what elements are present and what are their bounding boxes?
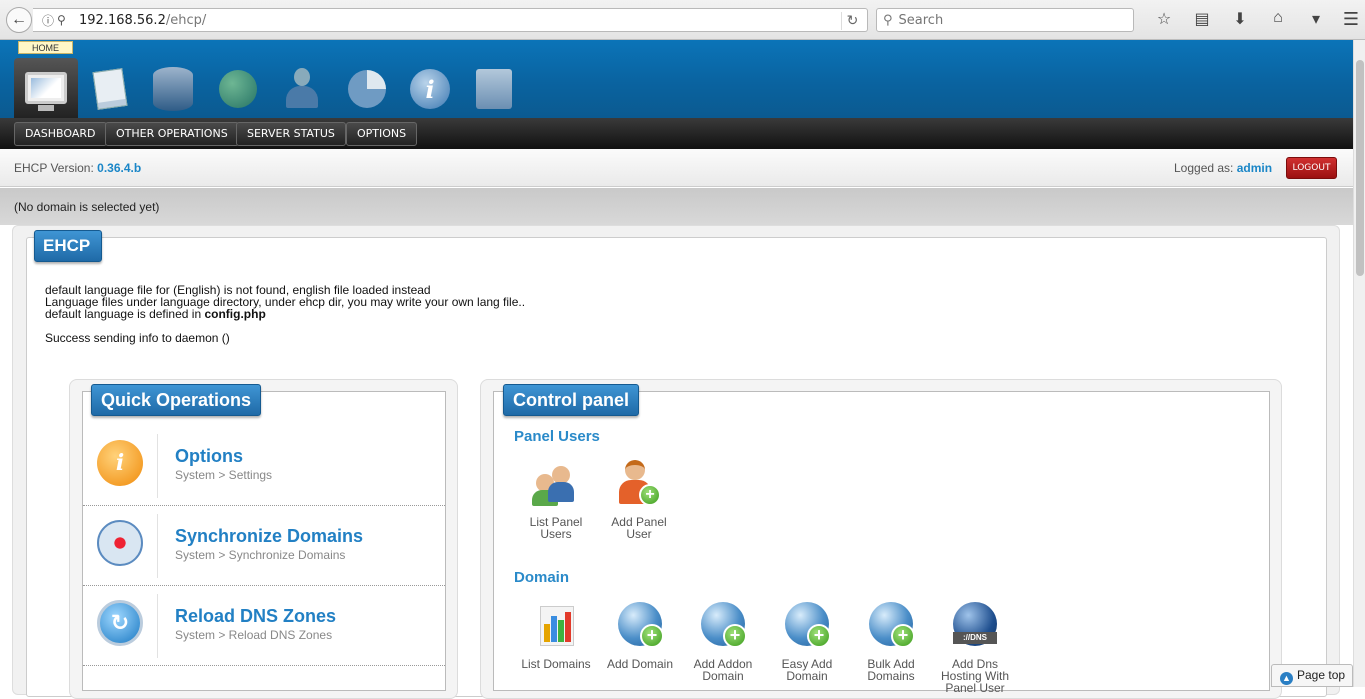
save-icon[interactable] xyxy=(472,67,516,111)
quick-op-path: System > Synchronize Domains xyxy=(175,548,346,562)
browser-toolbar: ← ⓘ ⚲ 192.168.56.2/ehcp/ ↻ ⚲ ☆ ▤ ⬇ ⌂ ▾ ☰ xyxy=(0,0,1365,40)
browser-search[interactable]: ⚲ xyxy=(876,8,1134,32)
nav-server-status[interactable]: SERVER STATUS xyxy=(236,122,346,146)
reload-icon[interactable]: ↻ xyxy=(841,12,859,30)
dns-globe-icon: ://DNS xyxy=(951,602,999,650)
sync-icon xyxy=(97,520,143,566)
ehcp-header: HOME i xyxy=(0,40,1353,118)
back-button[interactable]: ← xyxy=(6,7,32,33)
quick-operations-title: Quick Operations xyxy=(91,384,262,416)
quick-op-sync-domains[interactable]: Synchronize Domains System > Synchronize… xyxy=(83,506,445,586)
version-bar: EHCP Version: 0.36.4.b Logged as: admin … xyxy=(0,149,1353,187)
globe-add-icon: + xyxy=(867,602,915,650)
user-icon[interactable] xyxy=(280,67,324,111)
page-scrollbar[interactable] xyxy=(1353,40,1365,687)
add-addon-domain[interactable]: + Add Addon Domain xyxy=(681,602,765,682)
message-line: default language is defined in config.ph… xyxy=(45,307,266,321)
home-icon[interactable]: ⌂ xyxy=(1259,9,1297,29)
nav-dashboard[interactable]: DASHBOARD xyxy=(14,122,107,146)
globe-add-icon: + xyxy=(616,602,664,650)
quick-op-title[interactable]: Synchronize Domains xyxy=(175,526,363,547)
add-dns-hosting[interactable]: ://DNS Add Dns Hosting With Panel User xyxy=(933,602,1017,694)
easy-add-domain[interactable]: + Easy Add Domain xyxy=(765,602,849,682)
key-icon: ⚲ xyxy=(57,13,66,27)
home-tooltip: HOME xyxy=(18,41,73,54)
bar-chart-icon xyxy=(532,602,580,650)
add-domain[interactable]: + Add Domain xyxy=(598,602,682,670)
url-text[interactable]: 192.168.56.2/ehcp/ xyxy=(79,13,206,28)
address-bar[interactable]: ⓘ ⚲ 192.168.56.2/ehcp/ ↻ xyxy=(33,8,868,32)
ftp-globe-icon[interactable] xyxy=(216,67,260,111)
mysql-database-icon[interactable] xyxy=(151,67,195,111)
quick-op-options[interactable]: i Options System > Settings xyxy=(83,426,445,506)
pie-chart-icon[interactable] xyxy=(345,67,389,111)
quick-op-path: System > Reload DNS Zones xyxy=(175,628,333,642)
bookmark-star-icon[interactable]: ☆ xyxy=(1145,9,1183,29)
page-top-button[interactable]: ▲ Page top xyxy=(1271,664,1353,687)
scrollbar-thumb[interactable] xyxy=(1356,60,1364,276)
globe-add-icon: + xyxy=(783,602,831,650)
section-domain: Domain xyxy=(514,569,570,586)
logged-user: Logged as: admin xyxy=(1174,161,1273,175)
options-info-icon: i xyxy=(97,440,143,486)
quick-op-reload-dns[interactable]: ↻ Reload DNS Zones System > Reload DNS Z… xyxy=(83,586,445,666)
hamburger-menu-icon[interactable]: ☰ xyxy=(1343,9,1359,30)
add-panel-user[interactable]: + Add Panel User xyxy=(597,460,681,540)
message-line: Success sending info to daemon () xyxy=(45,331,230,345)
bulk-add-domains[interactable]: + Bulk Add Domains xyxy=(849,602,933,682)
search-input[interactable] xyxy=(898,12,1099,28)
domain-status-bar: (No domain is selected yet) xyxy=(0,188,1353,225)
download-icon[interactable]: ⬇ xyxy=(1221,9,1259,29)
version-info: EHCP Version: 0.36.4.b xyxy=(14,161,142,175)
globe-add-icon: + xyxy=(699,602,747,650)
quick-op-path: System > Settings xyxy=(175,468,273,482)
nav-options[interactable]: OPTIONS xyxy=(346,122,418,146)
list-domains[interactable]: List Domains xyxy=(514,602,598,670)
section-panel-users: Panel Users xyxy=(514,428,600,445)
arrow-up-icon: ▲ xyxy=(1280,672,1293,685)
pocket-icon[interactable]: ▾ xyxy=(1297,9,1335,29)
nav-other-operations[interactable]: OTHER OPERATIONS xyxy=(105,122,239,146)
reading-list-icon[interactable]: ▤ xyxy=(1183,9,1221,29)
reload-icon: ↻ xyxy=(97,600,143,646)
page-title: EHCP xyxy=(34,230,102,262)
search-icon: ⚲ xyxy=(883,12,893,27)
main-navbar: DASHBOARD OTHER OPERATIONS SERVER STATUS… xyxy=(0,118,1353,149)
site-info-icon[interactable]: ⓘ xyxy=(39,12,57,29)
status-messages: default language file for (English) is n… xyxy=(45,284,525,344)
monitor-icon xyxy=(25,72,67,111)
control-panel-title: Control panel xyxy=(503,384,639,416)
info-icon[interactable]: i xyxy=(408,67,452,111)
quick-op-title[interactable]: Reload DNS Zones xyxy=(175,606,336,627)
logout-button[interactable]: LOGOUT xyxy=(1286,157,1337,179)
users-group-icon xyxy=(532,460,580,508)
add-user-icon: + xyxy=(615,460,663,508)
document-icon[interactable] xyxy=(88,67,132,111)
domain-status-text: (No domain is selected yet) xyxy=(14,200,160,214)
home-tab[interactable] xyxy=(14,58,78,118)
list-panel-users[interactable]: List Panel Users xyxy=(514,460,598,540)
quick-op-title[interactable]: Options xyxy=(175,446,243,467)
